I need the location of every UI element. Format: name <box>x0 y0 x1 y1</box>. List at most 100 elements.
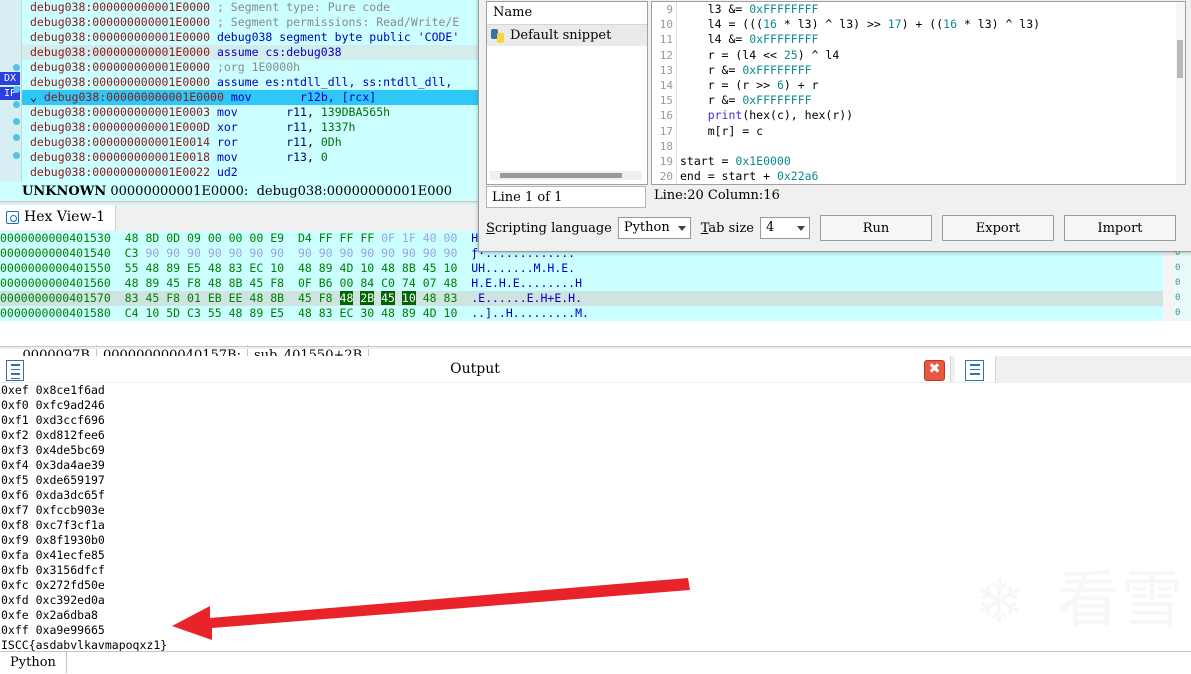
editor-line-numbers: 9 1011121314 1516171819 2021 <box>652 2 677 184</box>
hex-row: 0 <box>1175 263 1181 273</box>
disassembly-status-segment: UNKNOWN <box>22 184 107 199</box>
editor-line-number: 12 <box>659 48 673 62</box>
disassembly-line[interactable]: debug038:000000000001E0000 ;org 1E0000h <box>22 60 478 75</box>
disassembly-line[interactable]: debug038:000000000001E0000 assume es:ntd… <box>22 75 478 90</box>
output-line: 0xef 0x8ce1f6ad <box>1 383 105 397</box>
disassembly-line[interactable]: ⌄ debug038:000000000001E0000 mov r12b, [… <box>22 90 478 105</box>
output-titlebar: Output ✖ <box>0 356 1191 384</box>
disassembly-view[interactable]: DX IP debug038:000000000001E0000 ; Segme… <box>0 0 478 205</box>
output-line: 0xfb 0x3156dfcf <box>1 563 105 577</box>
editor-line-number: 16 <box>659 109 673 123</box>
editor-line[interactable]: l4 = (((16 * l3) ^ l3) >> 17) + ((16 * l… <box>677 17 1175 32</box>
editor-line[interactable]: print(hex(c), hex(r)) <box>677 108 1175 123</box>
output-line: 0xf2 0xd812fee6 <box>1 428 105 442</box>
run-button[interactable]: Run <box>820 215 932 241</box>
editor-line[interactable]: start = 0x1E0000 <box>677 154 1175 169</box>
disassembly-line[interactable]: debug038:000000000001E0018 mov r13, 0 <box>22 150 478 165</box>
snippet-list-header: Name <box>487 2 647 25</box>
output-line: 0xfe 0x2a6dba8 <box>1 608 98 622</box>
output-window[interactable]: Output ✖ 0xef 0x8ce1f6ad 0xf0 0xfc9ad246 0… <box>0 356 1191 651</box>
disassembly-line[interactable]: debug038:000000000001E0000 assume cs:deb… <box>22 45 478 60</box>
output-line: 0xf4 0x3da4ae39 <box>1 458 105 472</box>
gutter-dot <box>13 134 20 141</box>
output-line: 0xff 0xa9e99665 <box>1 623 105 637</box>
status-language: Python <box>0 652 67 673</box>
import-button[interactable]: Import <box>1064 215 1176 241</box>
output-line: 0xf0 0xfc9ad246 <box>1 398 105 412</box>
editor-scrollbar[interactable] <box>1176 2 1185 184</box>
editor-line[interactable]: l4 &= 0xFFFFFFFF <box>677 32 1175 47</box>
editor-line[interactable]: end = start + 0x22a6 <box>677 169 1175 184</box>
hex-row[interactable]: 0000000000401580 C4 10 5D C3 55 48 89 E5… <box>0 306 1163 321</box>
editor-line[interactable] <box>677 139 1175 154</box>
gutter-dot <box>13 64 20 71</box>
output-title-tab[interactable]: Output <box>0 356 951 382</box>
gutter-dot <box>13 152 20 159</box>
tab-size-value: 4 <box>765 220 775 235</box>
list-item[interactable]: Default snippet <box>487 25 647 46</box>
editor-line-number: 18 <box>659 139 673 153</box>
editor-line[interactable]: m[r] = c <box>677 124 1175 139</box>
editor-line[interactable]: l3 &= 0xFFFFFFFF <box>677 2 1175 17</box>
python-icon <box>491 28 505 43</box>
editor-line[interactable]: r &= 0xFFFFFFFF <box>677 93 1175 108</box>
editor-line-number: 21 <box>652 184 676 185</box>
editor-line[interactable]: r &= 0xFFFFFFFF <box>677 63 1175 78</box>
editor-line-number: 11 <box>659 33 673 47</box>
output-title: Output <box>450 361 500 377</box>
execute-script-dialog[interactable]: Name Default snippet Line 1 of 1 9 10 11 12… <box>478 0 1191 252</box>
output-side-tab[interactable] <box>955 356 996 382</box>
disassembly-line[interactable]: debug038:000000000001E0000 ; Segment per… <box>22 15 478 30</box>
output-line: 0xf7 0xfccb903e <box>1 503 105 517</box>
hex-row[interactable]: 0000000000401560 48 89 45 F8 48 8B 45 F8… <box>0 276 1163 291</box>
output-line: 0xf6 0xda3dc65f <box>1 488 105 502</box>
tab-size-label: Tab size <box>700 220 754 236</box>
editor-line[interactable]: r = (r >> 6) + r <box>677 78 1175 93</box>
disassembly-line[interactable]: debug038:000000000001E0014 ror r11, 0Dh <box>22 135 478 150</box>
editor-line-number: 10 <box>659 18 673 32</box>
output-log[interactable]: 0xef 0x8ce1f6ad 0xf0 0xfc9ad246 0xf1 0xd3c… <box>0 383 1191 651</box>
close-icon[interactable]: ✖ <box>924 360 945 381</box>
disassembly-line[interactable]: debug038:000000000001E000D xor r11, 1337… <box>22 120 478 135</box>
disassembly-line[interactable]: debug038:000000000001E0022 ud2 <box>22 165 478 180</box>
script-editor[interactable]: 9 1011121314 1516171819 2021 l3 &= 0xFFFFFF… <box>651 1 1186 185</box>
hexview-icon <box>6 211 19 224</box>
editor-line-number: 9 <box>666 3 673 16</box>
output-line: 0xf8 0xc7f3cf1a <box>1 518 105 532</box>
disassembly-status-address: 00000000001E0000: <box>110 184 249 199</box>
hex-row: 0 <box>1175 293 1181 303</box>
dialog-controls: Scripting language Python Tab size 4 Run… <box>486 213 1186 243</box>
document-icon <box>965 360 984 381</box>
hex-status-line: 0000097B000000000040157B:sub_401550+2B <box>0 323 1191 367</box>
hex-row[interactable]: 0000000000401550 55 48 89 E5 48 83 EC 10… <box>0 261 1163 276</box>
snippet-list[interactable]: Name Default snippet <box>486 1 648 185</box>
chevron-down-icon <box>677 225 686 231</box>
tab-size-select[interactable]: 4 <box>759 217 810 239</box>
editor-line-number: 17 <box>659 124 673 138</box>
disassembly-lines: debug038:000000000001E0000 ; Segment typ… <box>22 0 478 180</box>
disassembly-line[interactable]: debug038:000000000001E0003 mov r11, 139D… <box>22 105 478 120</box>
scripting-language-select[interactable]: Python <box>617 217 691 239</box>
editor-line-number: 19 <box>659 154 673 168</box>
hex-row[interactable]: 0000000000401570 83 45 F8 01 EB EE 48 8B… <box>0 291 1163 306</box>
output-line: 0xfc 0x272fd50e <box>1 578 105 592</box>
register-marker-dx: DX <box>0 72 20 85</box>
export-button[interactable]: Export <box>942 215 1054 241</box>
editor-line[interactable]: r = (l4 << 25) ^ l4 <box>677 48 1175 63</box>
output-line: ISCC{asdabvlkavmapoqxz1} <box>1 638 168 651</box>
disassembly-line[interactable]: debug038:000000000001E0000 ; Segment typ… <box>22 0 478 15</box>
editor-line-number: 20 <box>659 170 673 184</box>
editor-line-number: 13 <box>659 63 673 77</box>
disassembly-line[interactable]: debug038:000000000001E0000 debug038 segm… <box>22 30 478 45</box>
snippet-list-hscrollbar[interactable] <box>490 171 642 180</box>
editor-code[interactable]: l3 &= 0xFFFFFFFF l4 = (((16 * l3) ^ l3) … <box>677 2 1175 185</box>
gutter-dot <box>13 118 20 125</box>
output-line: 0xf3 0x4de5bc69 <box>1 443 105 457</box>
hex-row: 0 <box>1175 308 1181 318</box>
editor-line[interactable]: ea = start <box>677 184 1175 185</box>
scripting-language-label: Scripting language <box>486 220 612 236</box>
output-line: 0xf9 0x8f1930b0 <box>1 533 105 547</box>
editor-scrollbar-thumb[interactable] <box>1177 40 1183 78</box>
scripting-language-value: Python <box>623 220 670 235</box>
tab-hex-view-1[interactable]: Hex View-1 <box>0 205 117 230</box>
